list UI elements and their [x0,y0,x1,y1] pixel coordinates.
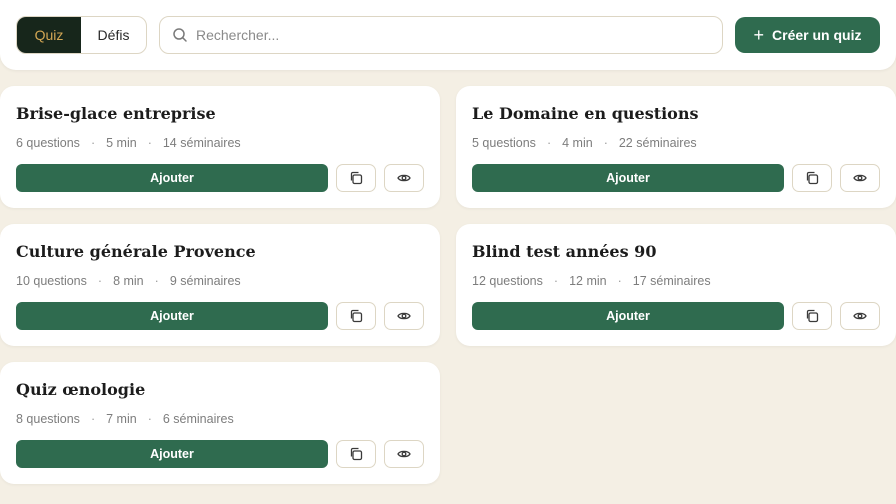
duration: 4 min [562,136,593,150]
add-button[interactable]: Ajouter [472,302,784,330]
eye-icon [397,450,411,458]
tab-defis[interactable]: Défis [81,17,146,53]
plus-icon: + [753,25,765,45]
seminar-count: 6 séminaires [162,412,234,426]
meta-separator: · [147,412,152,426]
quiz-card: Culture générale Provence 10 questions ·… [0,224,440,346]
preview-button[interactable] [384,164,424,192]
duplicate-button[interactable] [336,302,376,330]
search-box[interactable] [159,16,723,54]
copy-icon [806,171,819,185]
create-quiz-label: Créer un quiz [772,27,862,43]
add-button[interactable]: Ajouter [16,302,328,330]
add-button[interactable]: Ajouter [472,164,784,192]
duration: 7 min [106,412,137,426]
quiz-card: Blind test années 90 12 questions · 12 m… [456,224,896,346]
eye-icon [397,174,411,182]
eye-icon [853,312,867,320]
search-icon [173,28,187,42]
copy-icon [806,309,819,323]
quiz-meta: 5 questions · 4 min · 22 séminaires [472,136,697,150]
meta-separator: · [603,136,608,150]
question-count: 10 questions [16,274,87,288]
meta-separator: · [553,274,559,288]
quiz-meta: 10 questions · 8 min · 9 séminaires [16,274,241,288]
preview-button[interactable] [384,302,424,330]
tab-quiz[interactable]: Quiz [17,17,81,53]
quiz-title: Le Domaine en questions [472,104,699,123]
seminar-count: 17 séminaires [632,274,711,288]
meta-separator: · [154,274,159,288]
seminar-count: 22 séminaires [618,136,697,150]
copy-icon [350,309,363,323]
question-count: 12 questions [472,274,543,288]
quiz-card: Brise-glace entreprise 6 questions · 5 m… [0,86,440,208]
question-count: 6 questions [16,136,80,150]
quiz-title: Brise-glace entreprise [16,104,216,123]
search-input[interactable] [196,27,676,43]
question-count: 8 questions [16,412,80,426]
tab-switcher: Quiz Défis [16,16,147,54]
duplicate-button[interactable] [336,440,376,468]
quiz-title: Culture générale Provence [16,242,256,261]
copy-icon [350,447,363,461]
preview-button[interactable] [384,440,424,468]
meta-separator: · [617,274,622,288]
copy-icon [350,171,363,185]
question-count: 5 questions [472,136,536,150]
quiz-meta: 12 questions · 12 min · 17 séminaires [472,274,711,288]
preview-button[interactable] [840,164,880,192]
eye-icon [397,312,411,320]
seminar-count: 9 séminaires [169,274,241,288]
create-quiz-button[interactable]: + Créer un quiz [735,17,880,53]
duration: 5 min [106,136,137,150]
quiz-meta: 6 questions · 5 min · 14 séminaires [16,136,241,150]
duplicate-button[interactable] [792,302,832,330]
meta-separator: · [90,412,96,426]
add-button[interactable]: Ajouter [16,164,328,192]
eye-icon [853,174,867,182]
quiz-meta: 8 questions · 7 min · 6 séminaires [16,412,234,426]
meta-separator: · [90,136,96,150]
quiz-title: Blind test années 90 [472,242,657,261]
top-bar: Quiz Défis + Créer un quiz [0,0,896,70]
add-button[interactable]: Ajouter [16,440,328,468]
meta-separator: · [147,136,152,150]
duration: 8 min [113,274,144,288]
quiz-title: Quiz œnologie [16,380,146,399]
duration: 12 min [569,274,607,288]
duplicate-button[interactable] [792,164,832,192]
meta-separator: · [546,136,552,150]
quiz-card: Le Domaine en questions 5 questions · 4 … [456,86,896,208]
seminar-count: 14 séminaires [162,136,241,150]
meta-separator: · [97,274,103,288]
quiz-card: Quiz œnologie 8 questions · 7 min · 6 sé… [0,362,440,484]
preview-button[interactable] [840,302,880,330]
duplicate-button[interactable] [336,164,376,192]
